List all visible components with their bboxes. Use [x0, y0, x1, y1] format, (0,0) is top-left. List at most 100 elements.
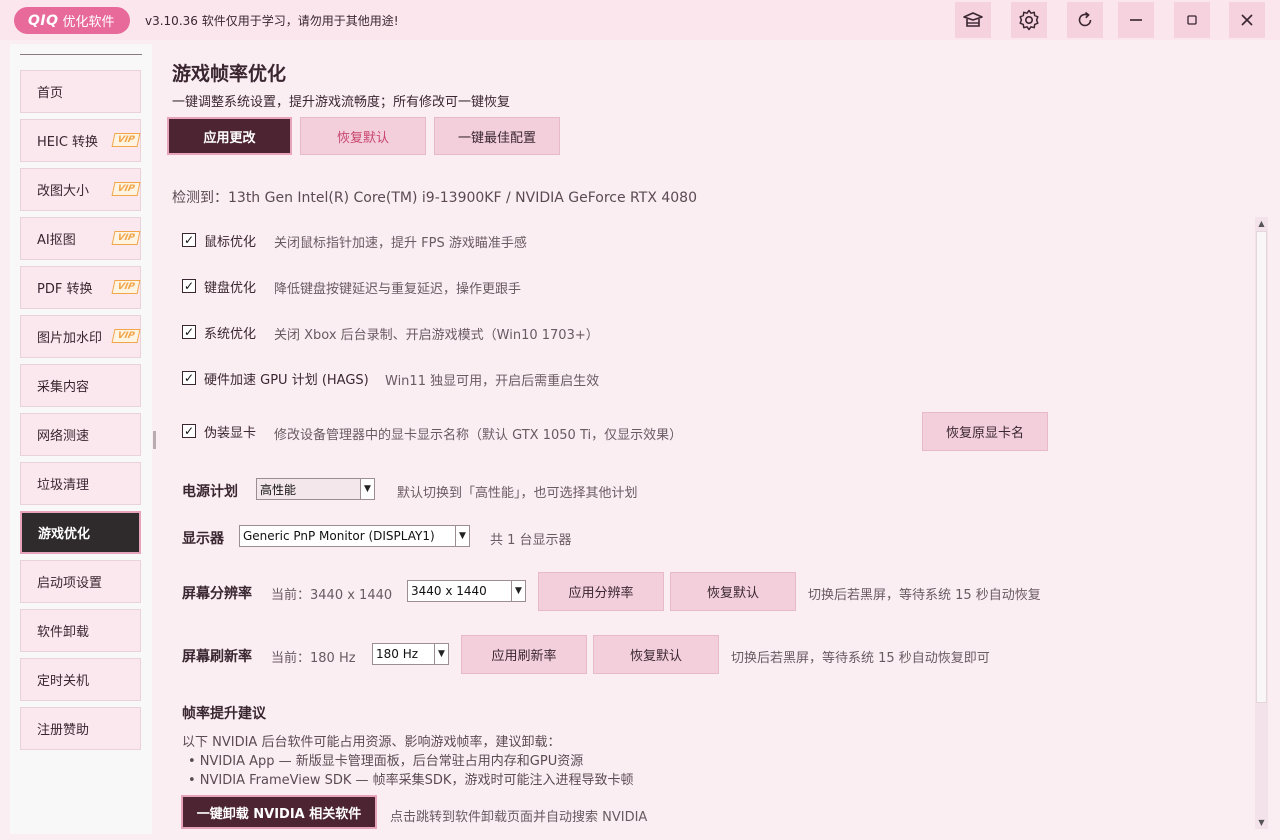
checkbox[interactable]: ✓ — [182, 424, 196, 438]
restore-resolution-button[interactable]: 恢复默认 — [670, 572, 796, 611]
sidebar-item-startup[interactable]: 启动项设置 — [20, 560, 141, 603]
sidebar-item-label: 游戏优化 — [38, 527, 91, 542]
sidebar: 首页 HEIC 转换 VIP 改图大小 VIP AI抠图 VIP PDF 转换 VIP … — [10, 44, 152, 834]
hat-icon[interactable] — [955, 2, 991, 38]
sidebar-item-label: 垃圾清理 — [37, 478, 90, 493]
checkbox[interactable]: ✓ — [182, 233, 196, 247]
option-desc: 关闭 Xbox 后台录制、开启游戏模式（Win10 1703+） — [274, 328, 599, 343]
select-value: Generic PnP Monitor (DISPLAY1) — [243, 529, 435, 543]
suggestion-title: 帧率提升建议 — [182, 706, 266, 722]
option-desc: 修改设备管理器中的显卡显示名称（默认 GTX 1050 Ti，仅显示效果） — [274, 428, 683, 443]
vip-badge: VIP — [111, 329, 141, 343]
sidebar-item-label: HEIC 转换 — [37, 135, 99, 150]
display-select[interactable]: Generic PnP Monitor (DISPLAY1) ▼ — [239, 525, 470, 547]
checkbox[interactable]: ✓ — [182, 279, 196, 293]
sidebar-item-resize[interactable]: 改图大小 VIP — [20, 168, 141, 211]
sidebar-item-collect[interactable]: 采集内容 — [20, 364, 141, 407]
sidebar-item-uninstall[interactable]: 软件卸载 — [20, 609, 141, 652]
minimize-icon[interactable] — [1118, 2, 1154, 38]
restore-icon[interactable] — [1174, 2, 1210, 38]
refresh-rate-current: 当前：180 Hz — [271, 651, 356, 666]
resolution-select[interactable]: 3440 x 1440 ▼ — [407, 580, 526, 602]
scroll-up-icon[interactable]: ▲ — [1255, 217, 1268, 230]
sidebar-item-label: 首页 — [37, 86, 64, 101]
scroll-thumb[interactable] — [1256, 231, 1267, 703]
sidebar-item-cleanup[interactable]: 垃圾清理 — [20, 462, 141, 505]
sidebar-item-sponsor[interactable]: 注册赞助 — [20, 707, 141, 750]
option-hags[interactable]: ✓ 硬件加速 GPU 计划 (HAGS) — [182, 368, 369, 388]
vip-badge: VIP — [111, 280, 141, 294]
vip-badge: VIP — [111, 182, 141, 196]
detected-hardware: 检测到：13th Gen Intel(R) Core(TM) i9-13900K… — [172, 190, 697, 206]
vertical-scrollbar[interactable]: ▲ ▼ — [1255, 217, 1268, 829]
restore-default-button[interactable]: 恢复默认 — [300, 117, 426, 155]
restore-gpu-name-button[interactable]: 恢复原显卡名 — [922, 412, 1048, 451]
checkbox[interactable]: ✓ — [182, 371, 196, 385]
uninstall-note: 点击跳转到软件卸载页面并自动搜索 NVIDIA — [390, 810, 648, 825]
sidebar-item-label: 图片加水印 — [37, 331, 103, 346]
gear-icon[interactable] — [1011, 2, 1047, 38]
page-subtitle: 一键调整系统设置，提升游戏流畅度；所有修改可一键恢复 — [172, 95, 511, 110]
sidebar-item-game-optimize[interactable]: 游戏优化 — [20, 511, 141, 554]
resolution-label: 屏幕分辨率 — [182, 586, 252, 602]
option-fake-gpu[interactable]: ✓ 伪装显卡 — [182, 421, 256, 441]
uninstall-nvidia-button[interactable]: 一键卸载 NVIDIA 相关软件 — [181, 795, 377, 829]
logo-app-name: 优化软件 — [62, 15, 115, 30]
sidebar-item-label: 软件卸载 — [37, 625, 90, 640]
power-plan-select[interactable]: 高性能 ▼ — [256, 478, 375, 500]
refresh-rate-note: 切换后若黑屏，等待系统 15 秒自动恢复即可 — [731, 651, 990, 666]
option-label: 键盘优化 — [204, 280, 257, 296]
suggestion-item: • NVIDIA App — 新版显卡管理面板，后台常驻占用内存和GPU资源 — [188, 754, 584, 769]
logo-brand: QIQ — [28, 12, 59, 29]
sidebar-item-label: 定时关机 — [37, 674, 90, 689]
sidebar-item-speedtest[interactable]: 网络测速 — [20, 413, 141, 456]
vip-badge: VIP — [111, 231, 141, 245]
chevron-down-icon: ▼ — [434, 644, 448, 664]
sidebar-item-heic[interactable]: HEIC 转换 VIP — [20, 119, 141, 162]
app-logo: QIQ 优化软件 — [14, 7, 130, 34]
option-keyboard[interactable]: ✓ 键盘优化 — [182, 276, 256, 296]
refresh-icon[interactable] — [1067, 2, 1103, 38]
select-value: 3440 x 1440 — [411, 584, 487, 598]
power-plan-label: 电源计划 — [182, 484, 238, 500]
option-mouse[interactable]: ✓ 鼠标优化 — [182, 230, 256, 250]
apply-changes-button[interactable]: 应用更改 — [167, 117, 292, 155]
apply-resolution-button[interactable]: 应用分辨率 — [538, 572, 664, 611]
option-label: 伪装显卡 — [204, 425, 257, 441]
chevron-down-icon: ▼ — [511, 581, 525, 601]
apply-refresh-rate-button[interactable]: 应用刷新率 — [461, 635, 587, 674]
sidebar-item-label: PDF 转换 — [37, 282, 93, 297]
sidebar-divider — [20, 54, 142, 55]
display-count: 共 1 台显示器 — [490, 533, 572, 548]
display-label: 显示器 — [182, 531, 224, 547]
option-desc: 降低键盘按键延迟与重复延迟，操作更跟手 — [274, 282, 522, 297]
title-bar: QIQ 优化软件 v3.10.36 软件仅用于学习，请勿用于其他用途! — [0, 0, 1280, 40]
option-label: 鼠标优化 — [204, 234, 257, 250]
refresh-rate-select[interactable]: 180 Hz ▼ — [372, 643, 449, 665]
sidebar-splitter[interactable] — [153, 431, 156, 449]
sidebar-item-label: 网络测速 — [37, 429, 90, 444]
sidebar-item-label: AI抠图 — [37, 233, 76, 248]
sidebar-item-label: 注册赞助 — [37, 723, 90, 738]
restore-refresh-rate-button[interactable]: 恢复默认 — [593, 635, 719, 674]
version-note: v3.10.36 软件仅用于学习，请勿用于其他用途! — [145, 14, 399, 28]
suggestion-item: • NVIDIA FrameView SDK — 帧率采集SDK，游戏时可能注入… — [188, 773, 634, 788]
sidebar-item-ai-cutout[interactable]: AI抠图 VIP — [20, 217, 141, 260]
sidebar-item-home[interactable]: 首页 — [20, 70, 141, 113]
resolution-current: 当前：3440 x 1440 — [271, 588, 393, 603]
option-label: 系统优化 — [204, 326, 257, 342]
sidebar-item-label: 启动项设置 — [37, 576, 103, 591]
chevron-down-icon: ▼ — [360, 479, 374, 499]
power-plan-note: 默认切换到「高性能」，也可选择其他计划 — [397, 486, 638, 501]
best-config-button[interactable]: 一键最佳配置 — [434, 117, 560, 155]
sidebar-item-pdf[interactable]: PDF 转换 VIP — [20, 266, 141, 309]
suggestion-intro: 以下 NVIDIA 后台软件可能占用资源、影响游戏帧率，建议卸载： — [182, 735, 561, 750]
option-system[interactable]: ✓ 系统优化 — [182, 322, 256, 342]
close-icon[interactable] — [1229, 2, 1265, 38]
option-label: 硬件加速 GPU 计划 (HAGS) — [204, 372, 369, 388]
checkbox[interactable]: ✓ — [182, 325, 196, 339]
sidebar-item-watermark[interactable]: 图片加水印 VIP — [20, 315, 141, 358]
scroll-down-icon[interactable]: ▼ — [1255, 816, 1268, 829]
sidebar-item-shutdown[interactable]: 定时关机 — [20, 658, 141, 701]
sidebar-item-label: 改图大小 — [37, 184, 90, 199]
